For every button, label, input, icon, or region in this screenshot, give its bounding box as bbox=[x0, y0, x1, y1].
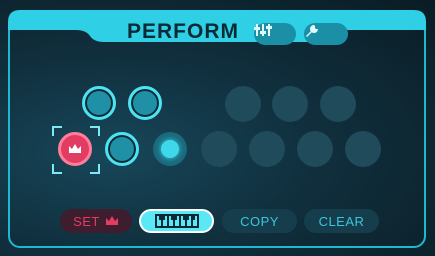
selection-corner bbox=[90, 164, 100, 174]
pad-indicator-dot bbox=[161, 140, 179, 158]
mixer-sliders-icon bbox=[254, 24, 272, 36]
wrench-icon bbox=[306, 25, 318, 37]
settings-button[interactable] bbox=[304, 23, 348, 45]
pad-2-7[interactable] bbox=[345, 131, 381, 167]
page-title: PERFORM bbox=[127, 20, 239, 43]
crown-icon bbox=[69, 144, 81, 153]
pad-2-3[interactable] bbox=[153, 132, 187, 166]
copy-button[interactable]: COPY bbox=[222, 209, 297, 233]
mixer-button[interactable] bbox=[254, 23, 296, 45]
pad-2-2[interactable] bbox=[105, 132, 139, 166]
pad-1-1[interactable] bbox=[82, 86, 116, 120]
selection-corner bbox=[52, 126, 62, 136]
selection-corner bbox=[52, 164, 62, 174]
pad-1-3[interactable] bbox=[225, 86, 261, 122]
pad-1-5[interactable] bbox=[320, 86, 356, 122]
selection-corner bbox=[90, 126, 100, 136]
pad-2-4[interactable] bbox=[201, 131, 237, 167]
pad-2-6[interactable] bbox=[297, 131, 333, 167]
clear-button[interactable]: CLEAR bbox=[304, 209, 379, 233]
set-button-label: SET bbox=[73, 213, 100, 229]
keyboard-button[interactable] bbox=[139, 209, 214, 233]
crown-icon bbox=[105, 216, 118, 225]
pad-2-5[interactable] bbox=[249, 131, 285, 167]
pad-1-2[interactable] bbox=[128, 86, 162, 120]
header: PERFORM bbox=[8, 8, 426, 45]
selected-pad[interactable] bbox=[58, 132, 92, 166]
piano-keyboard-icon bbox=[154, 214, 199, 228]
pad-1-4[interactable] bbox=[272, 86, 308, 122]
set-button[interactable]: SET bbox=[60, 209, 132, 233]
